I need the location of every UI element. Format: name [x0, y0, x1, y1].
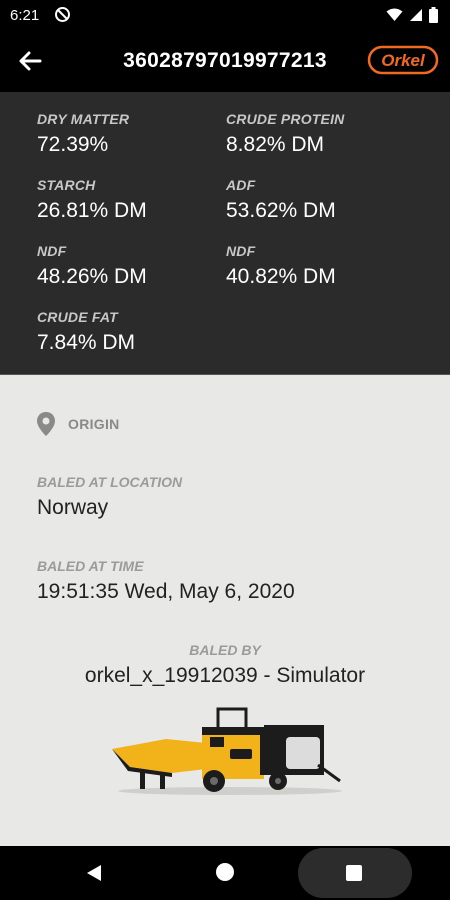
orkel-logo: Orkel — [367, 45, 439, 75]
baled-time-value: 19:51:35 Wed, May 6, 2020 — [37, 580, 295, 603]
origin-section: ORIGIN BALED AT LOCATION Norway BALED AT… — [0, 375, 450, 846]
nav-back-icon — [87, 865, 101, 881]
nutrient-label: ADF — [226, 177, 256, 193]
nutrient-label: DRY MATTER — [37, 111, 130, 127]
baled-by-label: BALED BY — [189, 642, 261, 658]
nutrient-label: STARCH — [37, 177, 96, 193]
nav-recents-button[interactable] — [346, 865, 362, 881]
nutrient-dry-matter: DRY MATTER 72.39% — [37, 111, 129, 157]
nutrients-panel: DRY MATTER 72.39% CRUDE PROTEIN 8.82% DM… — [0, 92, 450, 375]
nutrient-label: NDF — [37, 243, 67, 259]
status-time: 6:21 — [10, 7, 40, 24]
app-bar: 36028797019977213 Orkel — [0, 30, 450, 92]
nutrient-starch: STARCH 26.81% DM — [37, 177, 147, 223]
nutrient-value: 72.39% — [37, 133, 109, 156]
nutrient-label: CRUDE FAT — [37, 309, 118, 325]
nutrient-value: 26.81% DM — [37, 199, 147, 222]
nutrient-crude-fat: CRUDE FAT 7.84% DM — [37, 309, 135, 355]
nav-back-button[interactable] — [86, 864, 102, 887]
no-disturb-icon — [54, 6, 71, 28]
nutrient-value: 7.84% DM — [37, 331, 136, 354]
baled-location-value: Norway — [37, 496, 109, 519]
nutrient-label: NDF — [226, 243, 256, 259]
origin-heading: ORIGIN — [68, 416, 120, 432]
nutrient-label: CRUDE PROTEIN — [226, 111, 345, 127]
nutrient-crude-protein: CRUDE PROTEIN 8.82% DM — [226, 111, 345, 157]
wifi-icon — [386, 8, 403, 27]
baled-by-value: orkel_x_19912039 - Simulator — [84, 664, 366, 687]
nutrient-ndf-2: NDF 40.82% DM — [226, 243, 336, 289]
baled-time-label: BALED AT TIME — [37, 558, 144, 574]
battery-icon — [429, 7, 438, 28]
baler-machine-image — [110, 707, 342, 797]
logo-text: Orkel — [381, 51, 426, 70]
system-nav-bar — [0, 846, 450, 900]
status-bar: 6:21 — [0, 0, 450, 30]
signal-icon — [409, 8, 423, 27]
origin-header: ORIGIN — [36, 411, 120, 437]
status-icons — [386, 7, 438, 28]
baled-location-label: BALED AT LOCATION — [37, 474, 183, 490]
nutrient-adf: ADF 53.62% DM — [226, 177, 336, 223]
nutrient-value: 8.82% DM — [226, 133, 325, 156]
nutrient-ndf: NDF 48.26% DM — [37, 243, 147, 289]
location-pin-icon — [37, 412, 55, 436]
nav-home-button[interactable] — [216, 863, 234, 881]
nutrient-value: 48.26% DM — [37, 265, 147, 288]
nutrient-value: 53.62% DM — [226, 199, 336, 222]
nutrient-value: 40.82% DM — [226, 265, 336, 288]
